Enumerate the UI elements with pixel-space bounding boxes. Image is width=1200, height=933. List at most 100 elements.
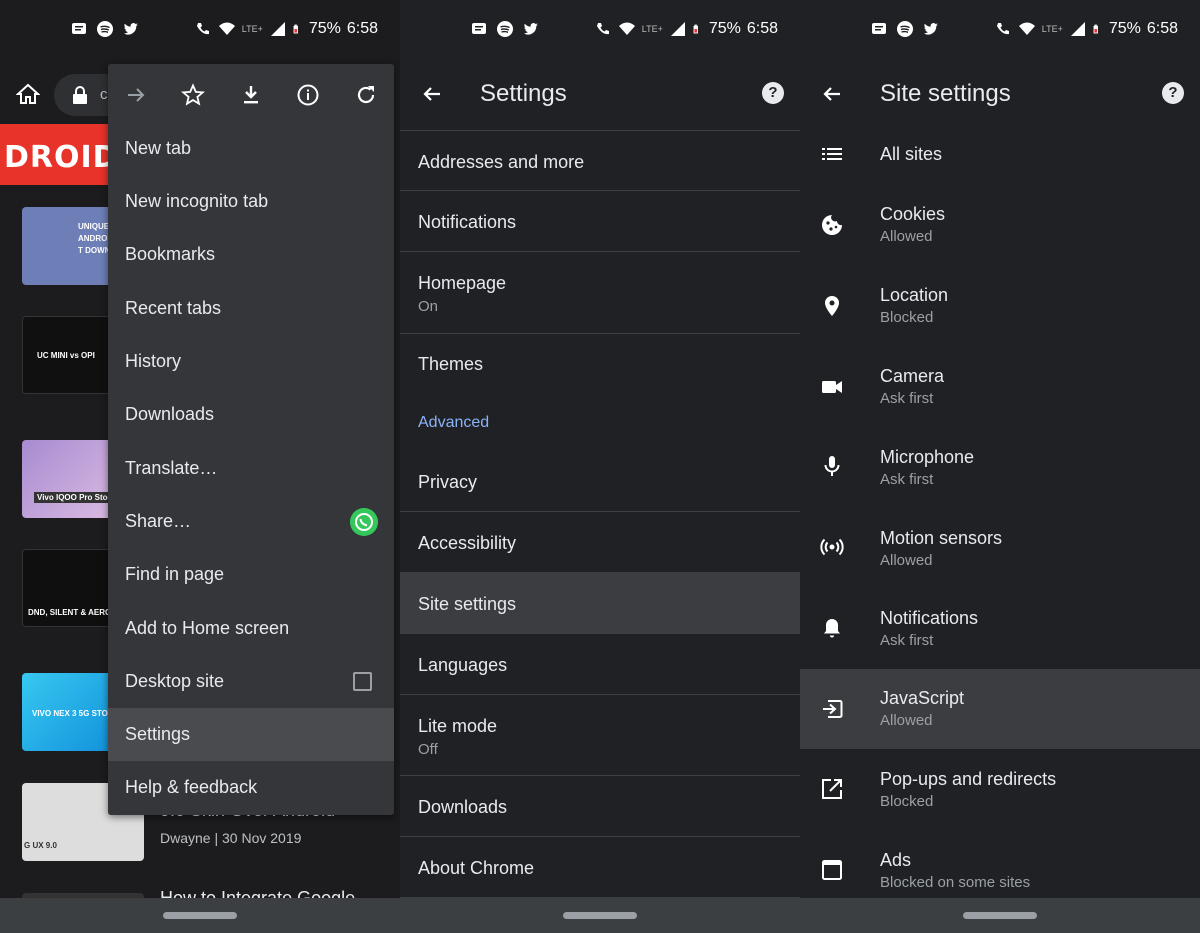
back-arrow-icon[interactable] (420, 82, 444, 106)
menu-item-downloads[interactable]: Downloads (108, 388, 394, 441)
lock-icon (73, 86, 87, 104)
settings-item-label: Site settings (418, 594, 517, 614)
site-setting-status: Blocked on some sites (880, 874, 1031, 891)
home-icon[interactable] (16, 82, 40, 106)
menu-item-help-feedback[interactable]: Help & feedback (108, 761, 394, 814)
menu-item-history[interactable]: History (108, 335, 394, 388)
star-icon[interactable] (181, 83, 205, 107)
site-setting-status: Ask first (880, 390, 934, 407)
thumbnail-caption: UC MINI vs OPI (37, 351, 95, 360)
site-setting-motion-sensors[interactable]: Motion sensors Allowed (800, 509, 1200, 589)
settings-item-label: Lite mode (418, 716, 498, 736)
settings-item-homepage[interactable]: Homepage On (400, 252, 800, 334)
settings-item-themes[interactable]: Themes (400, 334, 800, 396)
spotify-icon (497, 21, 513, 37)
settings-item-addresses[interactable]: Addresses and more (400, 130, 800, 191)
menu-item-bookmarks[interactable]: Bookmarks (108, 228, 394, 281)
site-setting-label: Location (880, 285, 949, 305)
info-icon[interactable] (296, 83, 320, 107)
article-meta: Dwayne | 30 Nov 2019 (160, 830, 302, 846)
menu-item-new-incognito-tab[interactable]: New incognito tab (108, 175, 394, 228)
site-setting-cookies[interactable]: Cookies Allowed (800, 185, 1200, 265)
back-arrow-icon[interactable] (820, 82, 844, 106)
settings-item-notifications[interactable]: Notifications (400, 191, 800, 252)
page-title: Settings (480, 80, 567, 107)
site-logo-banner: DROID (0, 124, 120, 185)
site-setting-label: All sites (880, 144, 943, 164)
settings-item-privacy[interactable]: Privacy (400, 451, 800, 512)
list-icon (822, 148, 842, 160)
spotify-icon (897, 21, 913, 37)
settings-item-downloads[interactable]: Downloads (400, 776, 800, 837)
menu-item-find-in-page[interactable]: Find in page (108, 548, 394, 601)
site-setting-popups[interactable]: Pop-ups and redirects Blocked (800, 750, 1200, 830)
whatsapp-icon[interactable] (350, 508, 378, 536)
notification-icons (870, 20, 940, 38)
site-setting-status: Blocked (880, 309, 934, 326)
menu-item-new-tab[interactable]: New tab (108, 122, 394, 175)
battery-percent: 75% (708, 20, 741, 37)
overflow-menu: New tab New incognito tab Bookmarks Rece… (108, 64, 394, 815)
settings-item-label: Languages (418, 655, 508, 675)
settings-item-label: Homepage (418, 273, 507, 293)
battery-icon (293, 24, 298, 34)
settings-item-accessibility[interactable]: Accessibility (400, 512, 800, 573)
notification-icons (70, 20, 140, 38)
menu-item-label: Share… (125, 511, 192, 531)
menu-item-desktop-site[interactable]: Desktop site (108, 655, 394, 708)
network-type-label: LTE+ (641, 24, 663, 34)
battery-percent: 75% (308, 20, 341, 37)
help-icon[interactable]: ? (1162, 82, 1184, 104)
wifi-icon (1018, 22, 1035, 35)
system-indicators: LTE+ 75% 6:58 (594, 20, 778, 38)
help-icon[interactable]: ? (762, 82, 784, 104)
wifi-icon (218, 22, 235, 35)
signal-icon (670, 22, 685, 36)
home-gesture-pill[interactable] (163, 912, 237, 919)
battery-icon (693, 24, 698, 34)
site-setting-all-sites[interactable]: All sites (800, 128, 1200, 182)
section-header-advanced: Advanced (418, 414, 490, 431)
forward-icon[interactable] (124, 83, 148, 107)
wifi-icon (618, 22, 635, 35)
settings-item-languages[interactable]: Languages (400, 634, 800, 695)
volte-call-icon (596, 23, 609, 35)
site-setting-label: Ads (880, 850, 912, 870)
menu-action-row (108, 64, 394, 126)
site-setting-label: Motion sensors (880, 528, 1003, 548)
menu-item-settings[interactable]: Settings (108, 708, 394, 761)
site-setting-microphone[interactable]: Microphone Ask first (800, 428, 1200, 508)
clock: 6:58 (346, 20, 378, 37)
home-gesture-pill[interactable] (563, 912, 637, 919)
desktop-site-checkbox[interactable] (353, 672, 372, 691)
twitter-icon (123, 23, 138, 35)
site-setting-notifications[interactable]: Notifications Ask first (800, 589, 1200, 669)
message-icon (72, 23, 86, 34)
volte-call-icon (996, 23, 1009, 35)
settings-item-lite-mode[interactable]: Lite mode Off (400, 695, 800, 776)
settings-item-label: Addresses and more (418, 152, 585, 172)
menu-item-add-to-home-screen[interactable]: Add to Home screen (108, 602, 394, 655)
settings-item-site-settings[interactable]: Site settings (400, 573, 800, 634)
site-setting-label: Notifications (880, 608, 979, 628)
site-setting-javascript[interactable]: JavaScript Allowed (800, 669, 1200, 749)
reload-icon[interactable] (354, 83, 378, 107)
menu-item-share[interactable]: Share… (108, 495, 394, 548)
menu-item-recent-tabs[interactable]: Recent tabs (108, 282, 394, 335)
thumbnail-caption: G UX 9.0 (24, 841, 57, 850)
site-setting-location[interactable]: Location Blocked (800, 266, 1200, 346)
ads-icon (822, 860, 842, 880)
system-nav-bar (800, 898, 1200, 933)
download-icon[interactable] (239, 83, 263, 107)
browser-menu-panel: LTE+ 75% 6:58 c DROID UNIQUE ANDRO APPS … (0, 0, 400, 933)
battery-percent: 75% (1108, 20, 1141, 37)
system-indicators: LTE+ 75% 6:58 (194, 20, 378, 38)
status-bar: LTE+ 75% 6:58 (0, 0, 400, 62)
site-setting-camera[interactable]: Camera Ask first (800, 347, 1200, 427)
settings-item-about-chrome[interactable]: About Chrome (400, 837, 800, 898)
menu-item-translate[interactable]: Translate… (108, 442, 394, 495)
site-setting-status: Blocked (880, 793, 934, 810)
home-gesture-pill[interactable] (963, 912, 1037, 919)
cookie-icon (822, 215, 842, 235)
bell-icon (824, 619, 840, 638)
